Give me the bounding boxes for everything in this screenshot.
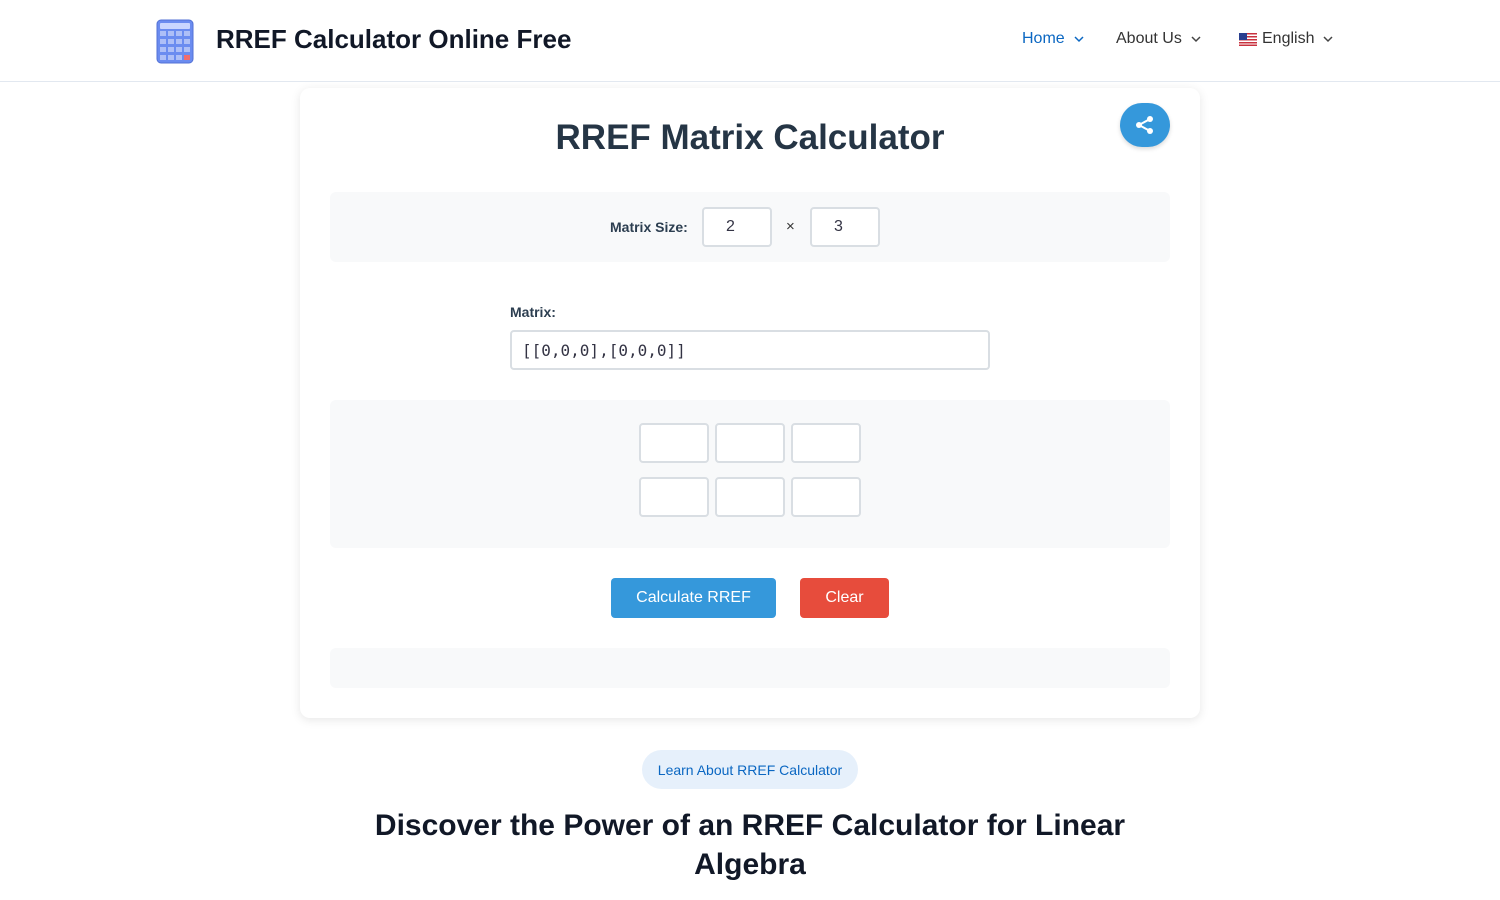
nav-about-us-label: About Us	[1116, 30, 1182, 47]
matrix-text-input[interactable]	[510, 330, 990, 370]
calculator-title: RREF Matrix Calculator	[555, 118, 945, 157]
result-panel	[330, 648, 1170, 688]
calculator-card: RREF Matrix Calculator Matrix Size: × Ma…	[300, 88, 1200, 718]
nav-home[interactable]: Home	[1022, 30, 1084, 48]
nav-language[interactable]: English	[1239, 30, 1334, 48]
chevron-down-icon	[1191, 36, 1201, 43]
matrix-grid-panel	[330, 400, 1170, 548]
matrix-label: Matrix:	[510, 304, 556, 320]
times-symbol: ×	[786, 218, 795, 235]
nav-language-label: English	[1262, 30, 1315, 47]
section-heading: Discover the Power of an RREF Calculator…	[374, 809, 1126, 881]
chevron-down-icon	[1074, 36, 1084, 43]
site-title[interactable]: RREF Calculator Online Free	[216, 24, 571, 55]
calculate-rref-button[interactable]: Calculate RREF	[611, 578, 776, 618]
chevron-down-icon	[1323, 36, 1334, 43]
learn-about-link[interactable]: Learn About RREF Calculator	[642, 750, 858, 789]
share-button[interactable]	[1120, 103, 1170, 147]
nav-home-label: Home	[1022, 30, 1065, 47]
matrix-size-label: Matrix Size:	[610, 219, 688, 235]
matrix-size-panel: Matrix Size: ×	[330, 192, 1170, 262]
matrix-cell-r1-c3[interactable]	[791, 423, 861, 463]
share-icon	[1136, 116, 1153, 134]
calculator-icon[interactable]	[156, 19, 194, 64]
matrix-cell-r1-c2[interactable]	[715, 423, 785, 463]
clear-button[interactable]: Clear	[800, 578, 889, 618]
nav-about-us[interactable]: About Us	[1116, 30, 1201, 48]
rows-input[interactable]	[702, 207, 772, 247]
site-header: RREF Calculator Online Free Home About U…	[0, 0, 1500, 82]
us-flag-icon	[1239, 32, 1257, 46]
matrix-cell-r2-c1[interactable]	[639, 477, 709, 517]
columns-input[interactable]	[810, 207, 880, 247]
matrix-cell-r2-c2[interactable]	[715, 477, 785, 517]
matrix-cell-r1-c1[interactable]	[639, 423, 709, 463]
matrix-cell-r2-c3[interactable]	[791, 477, 861, 517]
